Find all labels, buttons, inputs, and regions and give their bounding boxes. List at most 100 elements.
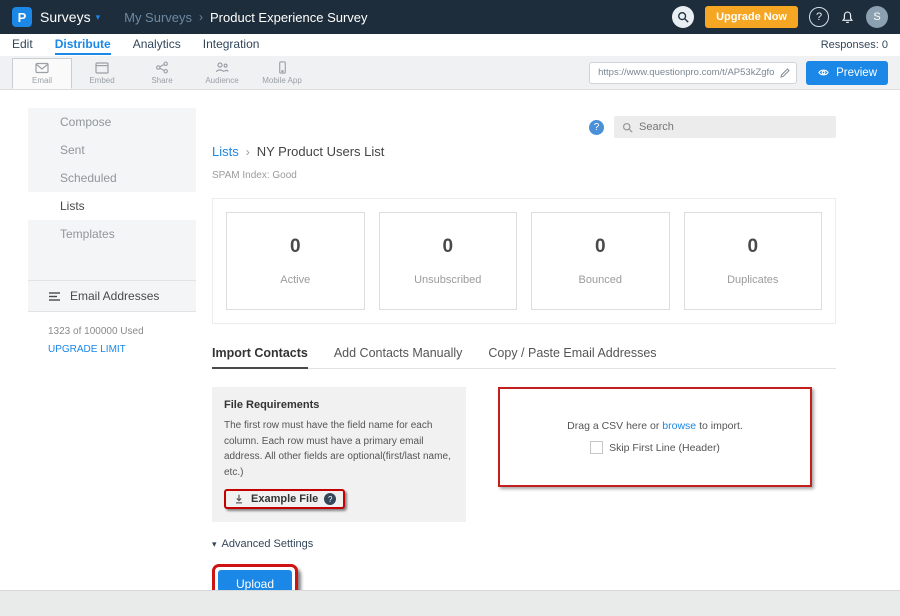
horizontal-scrollbar[interactable] [0, 590, 900, 616]
stat-label: Bounced [579, 274, 622, 286]
sidebar-item-scheduled[interactable]: Scheduled [28, 164, 196, 192]
csv-dropzone[interactable]: Drag a CSV here or browse to import. Ski… [498, 387, 812, 487]
tab-edit[interactable]: Edit [12, 37, 33, 53]
email-sidebar: Compose Sent Scheduled Lists Templates E… [28, 108, 196, 590]
tool-email[interactable]: Email [12, 58, 72, 89]
spam-index: SPAM Index: Good [212, 170, 836, 181]
email-usage-count: 1323 of 100000 Used [28, 312, 196, 337]
topbar-actions: Upgrade Now ? S [672, 6, 888, 28]
distribution-toolbar: Email Embed Share Audience Mobile App ht… [0, 56, 900, 90]
chevron-down-icon: ▾ [212, 539, 217, 550]
tool-audience[interactable]: Audience [192, 58, 252, 89]
page-title: Product Experience Survey [210, 10, 368, 25]
toolbar-right: https://www.questionpro.com/t/AP53kZgfo … [589, 61, 888, 85]
dropzone-text-after: to import. [699, 420, 743, 432]
tab-import-contacts[interactable]: Import Contacts [212, 346, 308, 369]
tool-audience-label: Audience [205, 76, 238, 85]
sidebar-spacer [28, 248, 196, 280]
surveys-dropdown[interactable]: Surveys ▾ [40, 9, 100, 25]
help-button[interactable]: ? [809, 7, 829, 27]
sidebar-item-sent[interactable]: Sent [28, 136, 196, 164]
sidebar-item-templates[interactable]: Templates [28, 220, 196, 248]
list-detail-panel: ? Lists › NY Product Users List SPAM Ind… [196, 108, 872, 590]
breadcrumb: My Surveys › Product Experience Survey [124, 10, 367, 25]
skip-first-line-label: Skip First Line (Header) [609, 442, 720, 454]
lists-link[interactable]: Lists [212, 144, 239, 159]
stat-value: 0 [290, 236, 301, 258]
list-name: NY Product Users List [257, 144, 385, 159]
import-section: File Requirements The first row must hav… [212, 387, 836, 522]
survey-url: https://www.questionpro.com/t/AP53kZgfo [598, 67, 779, 78]
audience-icon [215, 61, 229, 74]
advanced-settings-label: Advanced Settings [222, 538, 314, 550]
stat-card-bounced: 0 Bounced [531, 212, 670, 310]
stat-label: Unsubscribed [414, 274, 481, 286]
eye-icon [817, 67, 830, 78]
search-icon [677, 11, 689, 23]
tool-mobile-app-label: Mobile App [262, 76, 302, 85]
skip-first-line-checkbox[interactable] [590, 441, 603, 454]
stat-label: Duplicates [727, 274, 778, 286]
embed-icon [95, 62, 109, 74]
stat-value: 0 [442, 236, 453, 258]
tool-embed[interactable]: Embed [72, 58, 132, 89]
file-requirements-title: File Requirements [224, 399, 454, 411]
global-search-button[interactable] [672, 6, 694, 28]
stat-card-unsubscribed: 0 Unsubscribed [379, 212, 518, 310]
survey-nav: Edit Distribute Analytics Integration Re… [0, 34, 900, 56]
preview-button[interactable]: Preview [806, 61, 888, 85]
tool-email-label: Email [32, 76, 52, 85]
breadcrumb-my-surveys[interactable]: My Surveys [124, 10, 192, 25]
responses-count: Responses: 0 [821, 37, 888, 51]
tab-analytics[interactable]: Analytics [133, 37, 181, 53]
contextual-help-icon[interactable]: ? [589, 120, 604, 135]
survey-url-field[interactable]: https://www.questionpro.com/t/AP53kZgfo [589, 62, 797, 84]
questionpro-logo[interactable]: P [12, 7, 32, 27]
share-icon [155, 61, 169, 74]
tab-add-contacts-manually[interactable]: Add Contacts Manually [334, 346, 463, 368]
notifications-bell-icon[interactable] [840, 10, 855, 25]
tool-share[interactable]: Share [132, 58, 192, 89]
tab-copy-paste-emails[interactable]: Copy / Paste Email Addresses [488, 346, 656, 368]
dropzone-text: Drag a CSV here or browse to import. [567, 420, 743, 432]
browse-link[interactable]: browse [662, 420, 696, 432]
upgrade-now-button[interactable]: Upgrade Now [705, 6, 798, 28]
spam-index-value: Good [272, 170, 296, 181]
email-addresses-header: Email Addresses [28, 280, 196, 312]
list-breadcrumb: Lists › NY Product Users List [212, 144, 836, 159]
example-file-help-icon[interactable]: ? [324, 493, 336, 505]
stat-value: 0 [747, 236, 758, 258]
sidebar-item-compose[interactable]: Compose [28, 108, 196, 136]
example-file-link[interactable]: Example File [251, 493, 318, 505]
file-requirements-box: File Requirements The first row must hav… [212, 387, 466, 522]
stat-value: 0 [595, 236, 606, 258]
tool-mobile-app[interactable]: Mobile App [252, 58, 312, 89]
tool-share-label: Share [151, 76, 172, 85]
stat-label: Active [280, 274, 310, 286]
preview-label: Preview [836, 67, 877, 79]
tool-embed-label: Embed [89, 76, 114, 85]
mobile-app-icon [276, 61, 289, 74]
list-stats-panel: 0 Active 0 Unsubscribed 0 Bounced 0 Dupl… [212, 198, 836, 324]
contacts-tabs: Import Contacts Add Contacts Manually Co… [212, 346, 836, 369]
breadcrumb-separator: › [246, 145, 250, 159]
example-file-annotation: Example File ? [224, 489, 345, 509]
search-input[interactable] [639, 121, 828, 133]
chevron-down-icon: ▾ [96, 12, 101, 23]
list-icon [48, 291, 61, 302]
spam-index-label: SPAM Index: [212, 170, 270, 181]
user-avatar[interactable]: S [866, 6, 888, 28]
file-requirements-text: The first row must have the field name f… [224, 418, 454, 480]
main-area: Compose Sent Scheduled Lists Templates E… [28, 108, 872, 590]
upgrade-limit-link[interactable]: UPGRADE LIMIT [28, 337, 196, 355]
advanced-settings-toggle[interactable]: ▾ Advanced Settings [212, 538, 836, 550]
tab-distribute[interactable]: Distribute [55, 37, 111, 55]
tab-integration[interactable]: Integration [203, 37, 260, 53]
content-search-row: ? [589, 116, 836, 138]
edit-pencil-icon[interactable] [779, 67, 791, 79]
contact-search-box[interactable] [614, 116, 836, 138]
email-addresses-title: Email Addresses [70, 289, 159, 303]
sidebar-item-lists[interactable]: Lists [28, 192, 196, 220]
download-icon [233, 493, 245, 505]
sidebar-menu: Compose Sent Scheduled Lists Templates [28, 108, 196, 280]
